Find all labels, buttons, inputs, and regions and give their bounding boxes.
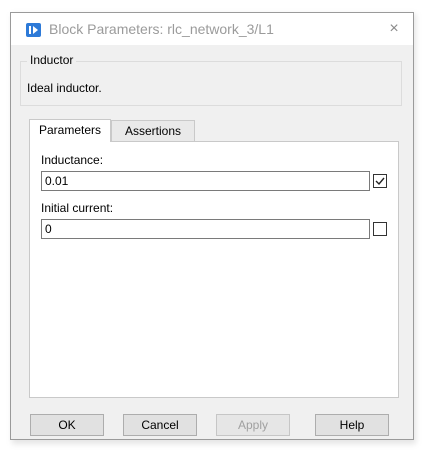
block-description: Ideal inductor. <box>27 81 102 95</box>
close-icon[interactable]: × <box>385 20 403 38</box>
initial-current-checkbox[interactable] <box>373 222 387 236</box>
tab-parameters[interactable]: Parameters <box>29 119 111 142</box>
inductance-label: Inductance: <box>41 153 104 167</box>
window-title: Block Parameters: rlc_network_3/L1 <box>49 21 274 37</box>
inductance-checkbox[interactable] <box>373 174 387 188</box>
block-description-group: Inductor Ideal inductor. <box>20 53 402 106</box>
ok-button[interactable]: OK <box>30 414 104 436</box>
initial-current-input[interactable]: 0 <box>41 219 370 239</box>
apply-button[interactable]: Apply <box>216 414 290 436</box>
initial-current-label: Initial current: <box>41 201 114 215</box>
tab-assertions-label: Assertions <box>124 124 182 138</box>
inductance-input[interactable]: 0.01 <box>41 171 370 191</box>
group-legend: Inductor <box>27 53 77 67</box>
help-button[interactable]: Help <box>315 414 389 436</box>
tab-parameters-label: Parameters <box>38 123 102 137</box>
parameters-panel: Inductance: 0.01 Initial current: 0 <box>29 141 399 398</box>
checkmark-icon <box>375 177 385 186</box>
tab-assertions[interactable]: Assertions <box>111 120 195 141</box>
title-bar[interactable]: Block Parameters: rlc_network_3/L1 × <box>11 13 413 45</box>
cancel-button[interactable]: Cancel <box>123 414 197 436</box>
block-parameters-icon <box>26 23 41 37</box>
block-parameters-dialog: Block Parameters: rlc_network_3/L1 × Ind… <box>10 12 414 440</box>
